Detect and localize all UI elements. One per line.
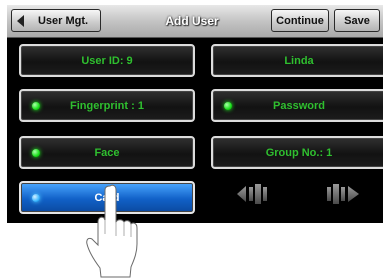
user-id-label: User ID: 9 xyxy=(81,54,133,67)
face-indicator-icon xyxy=(32,149,40,157)
save-button[interactable]: Save xyxy=(334,9,380,32)
name-field[interactable]: Linda xyxy=(211,44,383,77)
back-button-label: User Mgt. xyxy=(37,14,89,27)
fingerprint-indicator-icon xyxy=(32,102,40,110)
pointing-hand-icon xyxy=(86,184,138,278)
group-number-field[interactable]: Group No.: 1 xyxy=(211,136,383,169)
group-number-label: Group No.: 1 xyxy=(265,146,333,159)
name-label: Linda xyxy=(284,54,314,67)
password-label: Password xyxy=(273,99,325,112)
back-button[interactable]: User Mgt. xyxy=(11,9,101,32)
previous-page-arrow-icon[interactable] xyxy=(235,181,275,207)
page-title: Add User xyxy=(165,14,219,28)
next-page-arrow-icon[interactable] xyxy=(321,181,361,207)
face-button[interactable]: Face xyxy=(19,136,195,169)
fingerprint-button[interactable]: Fingerprint : 1 xyxy=(19,89,195,122)
password-indicator-icon xyxy=(224,102,232,110)
user-id-field[interactable]: User ID: 9 xyxy=(19,44,195,77)
device-screen: User Mgt. Add User Continue Save User ID… xyxy=(7,5,383,223)
header-bar: User Mgt. Add User Continue Save xyxy=(7,5,383,38)
continue-button[interactable]: Continue xyxy=(271,9,329,32)
back-arrow-icon xyxy=(17,15,24,27)
face-label: Face xyxy=(94,146,120,159)
password-button[interactable]: Password xyxy=(211,89,383,122)
card-indicator-icon xyxy=(32,194,40,202)
fingerprint-label: Fingerprint : 1 xyxy=(70,99,144,112)
